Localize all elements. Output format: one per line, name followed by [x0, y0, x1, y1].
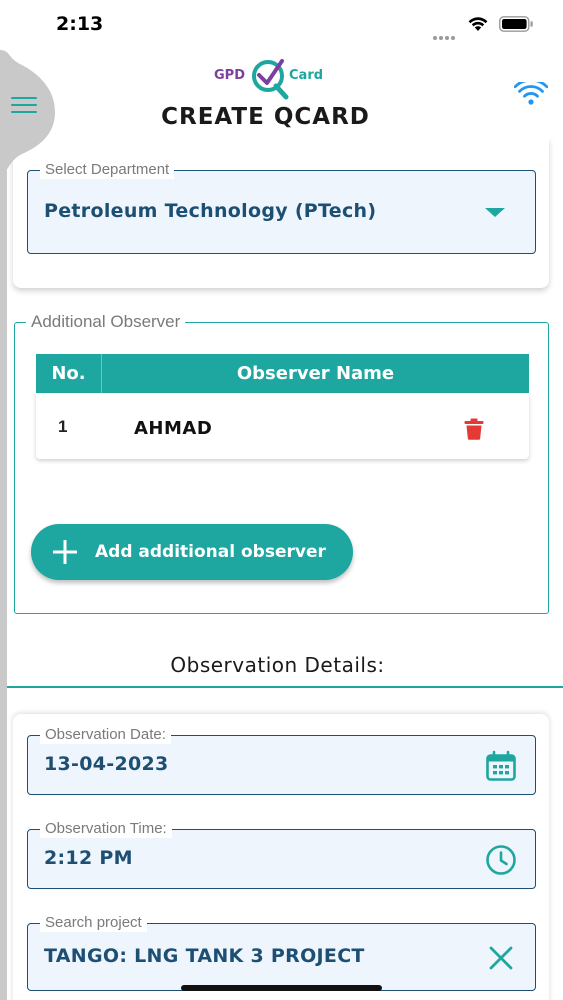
add-additional-observer-button[interactable]: Add additional observer: [31, 524, 353, 580]
table-row: 1 AHMAD: [36, 393, 529, 459]
observer-table: No. Observer Name 1 AHMAD: [36, 354, 529, 459]
observation-date-field[interactable]: Observation Date: 13-04-2023: [27, 726, 536, 795]
column-header-no: No.: [36, 354, 102, 393]
observation-details-title: Observation Details:: [170, 653, 385, 677]
department-select[interactable]: Select Department Petroleum Technology (…: [27, 161, 536, 254]
logo-text-gpd: GPD: [214, 68, 245, 83]
additional-observer-section: Additional Observer No. Observer Name 1 …: [14, 312, 549, 614]
app-header: GPD Card CREATE QCARD: [0, 50, 563, 180]
observation-time-value: 2:12 PM: [44, 847, 133, 869]
status-bar: 2:13: [0, 0, 563, 50]
department-card: Select Department Petroleum Technology (…: [13, 138, 549, 288]
status-time: 2:13: [56, 13, 104, 35]
home-indicator: [181, 985, 382, 991]
observation-date-value: 13-04-2023: [44, 753, 169, 775]
wifi-icon[interactable]: [514, 82, 548, 106]
battery-icon: [499, 16, 533, 32]
status-wifi-icon: [468, 17, 488, 31]
department-legend: Select Department: [40, 161, 175, 179]
department-value: Petroleum Technology (PTech): [44, 200, 377, 222]
section-divider: [7, 686, 563, 688]
column-header-observer-name: Observer Name: [236, 363, 395, 384]
observer-row-name: AHMAD: [134, 418, 213, 439]
observer-table-header: No. Observer Name: [36, 354, 529, 393]
observation-time-field[interactable]: Observation Time: 2:12 PM: [27, 820, 536, 889]
observation-date-legend: Observation Date:: [40, 726, 171, 744]
observation-details-card: Observation Date: 13-04-2023 Observation…: [13, 714, 549, 1000]
search-project-value: TANGO: LNG TANK 3 PROJECT: [44, 945, 365, 967]
add-observer-label: Add additional observer: [95, 542, 326, 562]
caret-down-icon[interactable]: [485, 208, 505, 217]
trash-icon[interactable]: [464, 418, 484, 440]
plus-icon: [53, 540, 77, 564]
calendar-icon[interactable]: [485, 750, 517, 782]
search-project-field[interactable]: Search project TANGO: LNG TANK 3 PROJECT: [27, 914, 536, 991]
logo-q-check-icon: [252, 59, 289, 100]
observation-time-legend: Observation Time:: [40, 820, 172, 838]
gpd-qcard-logo: GPD Card: [212, 54, 332, 100]
additional-observer-legend: Additional Observer: [26, 312, 186, 332]
page-title: CREATE QCARD: [161, 104, 370, 130]
close-icon[interactable]: [485, 942, 517, 974]
signal-dots-icon: [433, 27, 459, 40]
observer-row-number: 1: [58, 417, 68, 436]
search-project-legend: Search project: [40, 914, 147, 932]
clock-icon[interactable]: [485, 844, 517, 876]
logo-text-card: Card: [289, 68, 324, 83]
